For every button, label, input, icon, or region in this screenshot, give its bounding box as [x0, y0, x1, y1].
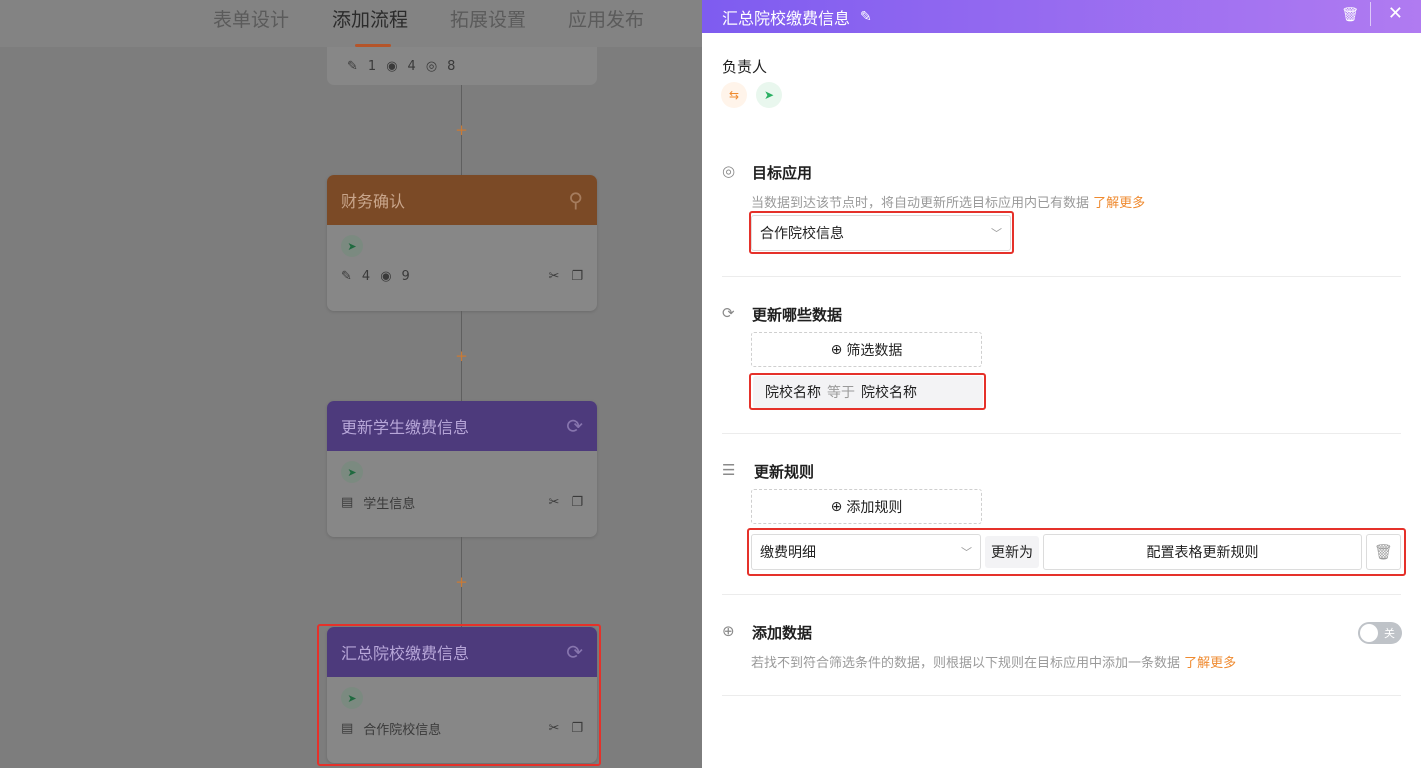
node-title: 财务确认 [341, 192, 406, 211]
tab-add-flow[interactable]: 添加流程 [332, 5, 408, 32]
owner-label: 负责人 [722, 58, 768, 76]
read-count: 8 [447, 58, 456, 74]
read-icon: ◎ [425, 58, 438, 74]
delete-icon[interactable]: 🗑 [1341, 7, 1359, 23]
approver-icon: ⚲ [568, 188, 583, 212]
add-data-learn-more-link[interactable]: 了解更多 [1184, 656, 1236, 671]
filter-data-label: 筛选数据 [846, 342, 903, 359]
header-divider [1370, 2, 1371, 26]
top-nav: 表单设计 添加流程 拓展设置 应用发布 [0, 0, 702, 47]
target-icon: ◎ [722, 162, 736, 180]
refresh-icon: ⟳ [722, 304, 735, 322]
add-rule-button[interactable]: ⊕ 添加规则 [751, 489, 982, 524]
filter-data-button[interactable]: ⊕ 筛选数据 [751, 332, 982, 367]
toggle-label: 关 [1384, 627, 1395, 640]
node-header: 财务确认 ⚲ [327, 175, 597, 225]
edit-icon: ✎ [347, 58, 358, 74]
send-icon: ➤ [341, 235, 363, 257]
add-data-toggle[interactable]: 关 [1358, 622, 1402, 644]
tab-form-design[interactable]: 表单设计 [213, 5, 289, 32]
tab-extend-settings[interactable]: 拓展设置 [450, 5, 526, 32]
node-header: 更新学生缴费信息 ⟳ [327, 401, 597, 451]
edit-title-icon[interactable]: ✎ [860, 9, 872, 25]
add-data-title: 添加数据 [752, 624, 813, 642]
table-icon: ▤ [341, 494, 354, 510]
toggle-knob [1360, 624, 1378, 642]
list-icon: ☰ [722, 461, 736, 479]
send-owner-icon[interactable]: ➤ [756, 82, 782, 108]
target-learn-more-link[interactable]: 了解更多 [1093, 196, 1145, 211]
add-node-plus[interactable]: + [454, 575, 469, 590]
edit-count: 1 [367, 58, 377, 74]
view-count: 9 [401, 268, 410, 284]
add-node-plus[interactable]: + [454, 349, 469, 364]
cut-icon[interactable]: ✂ [548, 269, 559, 284]
cut-icon[interactable]: ✂ [548, 495, 559, 510]
plus-circle-icon: ⊕ [722, 622, 735, 640]
close-icon[interactable]: ✕ [1388, 3, 1403, 24]
edit-count: 4 [361, 268, 371, 284]
flow-canvas: 表单设计 添加流程 拓展设置 应用发布 ✎ 1 ◉ 4 ◎ 8 + 财务确认 ⚲ ➤ … [0, 0, 702, 768]
flow-node-top-footer[interactable]: ✎ 1 ◉ 4 ◎ 8 [327, 47, 597, 85]
section-divider [722, 594, 1401, 595]
highlight-box [749, 373, 986, 410]
target-hint-text: 当数据到达该节点时，将自动更新所选目标应用内已有数据 [751, 196, 1090, 211]
node-title: 更新学生缴费信息 [341, 418, 470, 437]
target-app-title: 目标应用 [752, 164, 813, 182]
view-icon: ◉ [386, 58, 398, 74]
add-data-hint-text: 若找不到符合筛选条件的数据，则根据以下规则在目标应用中添加一条数据 [751, 656, 1181, 671]
target-app-name: 学生信息 [363, 496, 416, 512]
plus-circle-icon: ⊕ [830, 341, 843, 358]
rules-title: 更新规则 [754, 463, 815, 481]
section-divider [722, 433, 1401, 434]
panel-title: 汇总院校缴费信息 [722, 8, 851, 28]
which-data-title: 更新哪些数据 [752, 306, 843, 324]
edit-icon: ✎ [341, 268, 352, 284]
add-data-hint: 若找不到符合筛选条件的数据，则根据以下规则在目标应用中添加一条数据 了解更多 [751, 652, 1236, 671]
flow-node-finance-confirm[interactable]: 财务确认 ⚲ ➤ ✎ 4 ◉ 9 ✂ ❐ [327, 175, 597, 311]
copy-icon[interactable]: ❐ [571, 495, 583, 510]
plus-circle-icon: ⊕ [830, 498, 843, 515]
section-divider [722, 276, 1401, 277]
add-rule-label: 添加规则 [846, 499, 903, 516]
view-icon: ◉ [380, 268, 392, 284]
add-node-plus[interactable]: + [454, 123, 469, 138]
highlight-box [317, 624, 601, 766]
section-divider [722, 695, 1401, 696]
panel-header: 汇总院校缴费信息 ✎ 🗑 ✕ [702, 0, 1421, 33]
highlight-box [747, 528, 1406, 576]
tab-app-publish[interactable]: 应用发布 [568, 5, 644, 32]
copy-icon[interactable]: ❐ [571, 269, 583, 284]
refresh-icon: ⟳ [566, 414, 583, 438]
flow-node-update-student[interactable]: 更新学生缴费信息 ⟳ ➤ ▤ 学生信息 ✂ ❐ [327, 401, 597, 537]
switch-owner-icon[interactable]: ⇆ [721, 82, 747, 108]
highlight-box [749, 211, 1014, 254]
target-app-hint: 当数据到达该节点时，将自动更新所选目标应用内已有数据 了解更多 [751, 192, 1145, 211]
view-count: 4 [407, 58, 416, 74]
send-icon: ➤ [341, 461, 363, 483]
